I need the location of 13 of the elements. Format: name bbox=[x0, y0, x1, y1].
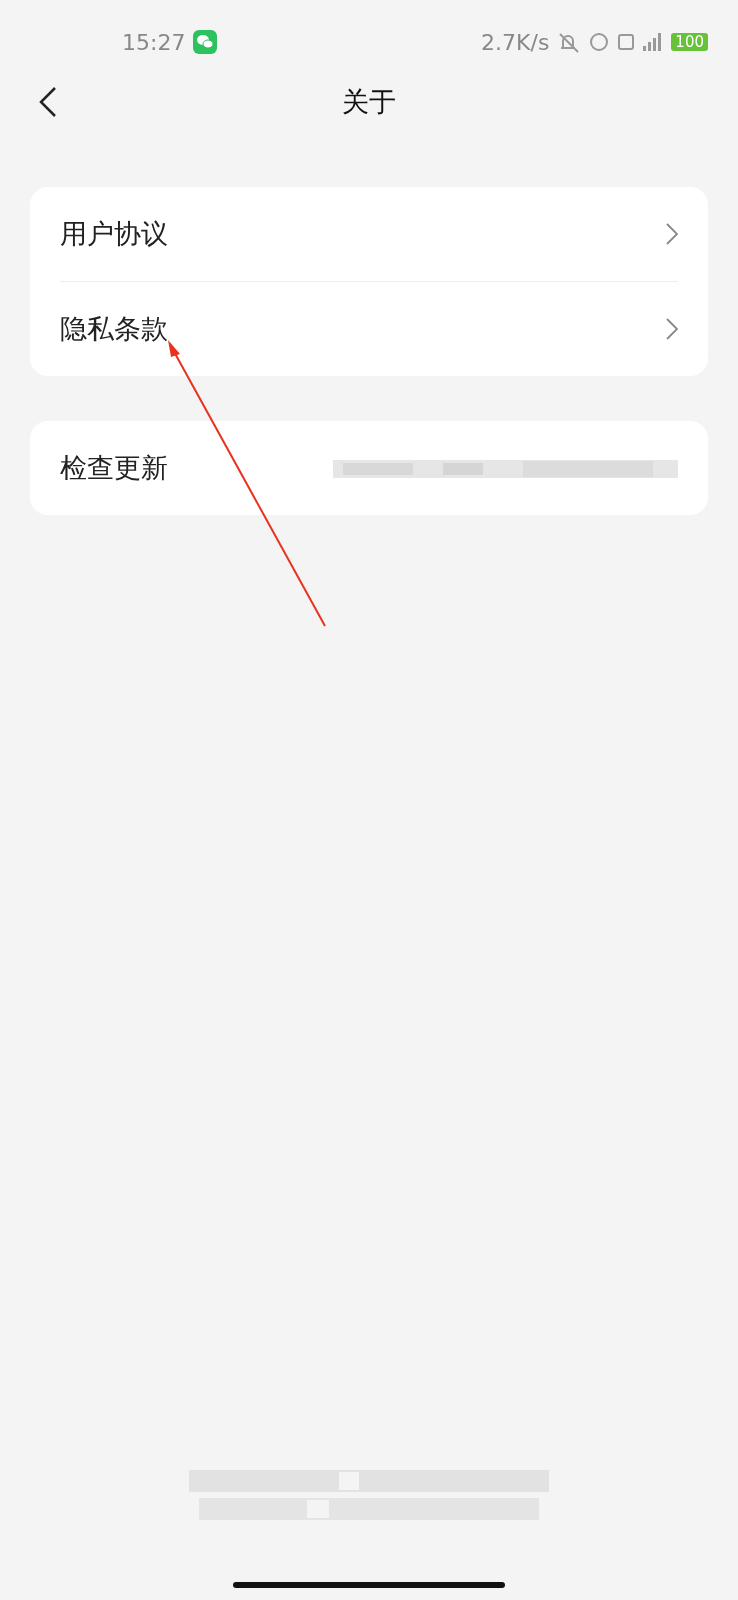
page-title: 关于 bbox=[342, 85, 396, 119]
settings-item[interactable]: 检查更新 bbox=[60, 450, 168, 486]
chevron-icon bbox=[666, 223, 678, 245]
settings-item[interactable]: 用户协议 bbox=[60, 216, 168, 252]
signal-icon bbox=[643, 33, 664, 51]
alarm-icon bbox=[589, 32, 610, 52]
settings-item[interactable]: 隐私条款 bbox=[60, 311, 168, 347]
status-time: 15:27 bbox=[122, 29, 186, 55]
chevron-icon bbox=[666, 318, 678, 340]
back-icon[interactable] bbox=[38, 86, 58, 118]
battery-level: 100 bbox=[671, 33, 708, 51]
chat-app-icon bbox=[193, 30, 218, 54]
network-speed: 2.7K/s bbox=[481, 29, 550, 55]
